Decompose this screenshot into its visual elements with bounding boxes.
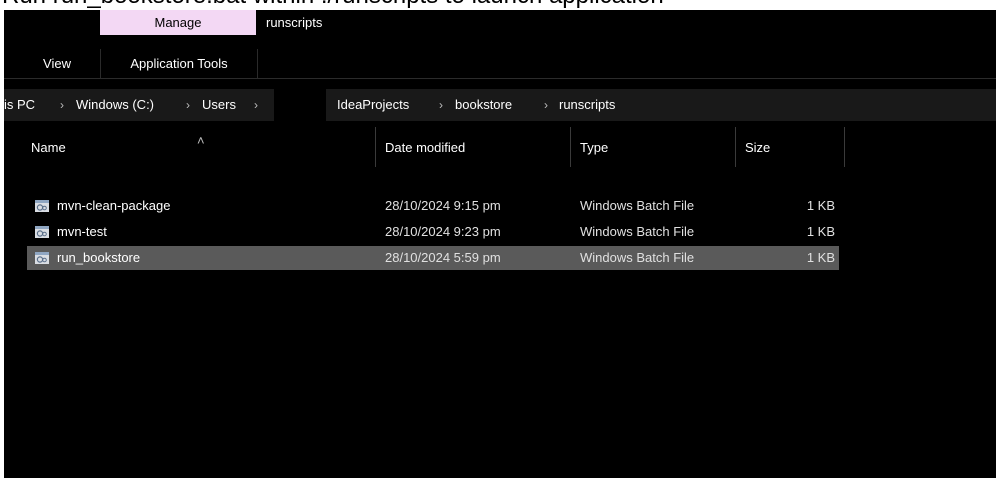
file-size: 1 KB	[806, 224, 835, 239]
column-header-type[interactable]: Type	[580, 125, 608, 171]
column-header-name[interactable]: Name	[31, 125, 66, 171]
batch-file-icon	[35, 200, 49, 212]
column-header-size[interactable]: Size	[745, 125, 770, 171]
address-bar[interactable]: is PC › Windows (C:) › Users › IdeaProje…	[4, 89, 996, 121]
batch-file-icon	[35, 252, 49, 264]
column-header-date-modified[interactable]: Date modified	[385, 125, 465, 171]
chevron-right-icon[interactable]: ›	[254, 89, 258, 121]
ribbon: Manage runscripts View Application Tools	[4, 10, 996, 79]
context-tab-group-manage: Manage	[100, 10, 256, 35]
sort-ascending-icon: ˄	[197, 133, 205, 148]
list-item[interactable]: mvn-clean-package 28/10/2024 9:15 pm Win…	[27, 194, 839, 218]
list-item-selected[interactable]: run_bookstore 28/10/2024 5:59 pm Windows…	[27, 246, 839, 270]
file-explorer-window: Manage runscripts View Application Tools…	[4, 10, 996, 478]
window-title: runscripts	[266, 15, 323, 30]
file-type: Windows Batch File	[580, 198, 695, 213]
file-type: Windows Batch File	[580, 224, 695, 239]
ribbon-divider	[4, 78, 996, 79]
chevron-right-icon[interactable]: ›	[186, 89, 190, 121]
redacted-username	[274, 89, 326, 121]
column-headers: Name Date modified Type Size	[4, 125, 996, 171]
tab-application-tools[interactable]: Application Tools	[100, 49, 258, 79]
column-divider[interactable]	[375, 127, 376, 167]
breadcrumb-this-pc[interactable]: is PC	[4, 89, 35, 121]
file-name: run_bookstore	[57, 250, 141, 265]
file-size: 1 KB	[806, 250, 835, 265]
tab-view[interactable]: View	[34, 49, 80, 79]
breadcrumb-bookstore[interactable]: bookstore	[455, 89, 512, 121]
breadcrumb-ideaprojects[interactable]: IdeaProjects	[337, 89, 409, 121]
chevron-right-icon[interactable]: ›	[439, 89, 443, 121]
instruction-caption: Run run_bookstore.bat within ./runscript…	[2, 0, 992, 9]
column-divider[interactable]	[570, 127, 571, 167]
file-size: 1 KB	[806, 198, 835, 213]
file-type: Windows Batch File	[580, 250, 695, 265]
list-item[interactable]: mvn-test 28/10/2024 9:23 pm Windows Batc…	[27, 220, 839, 244]
breadcrumb-users[interactable]: Users	[202, 89, 236, 121]
file-date-modified: 28/10/2024 9:15 pm	[385, 198, 501, 213]
chevron-right-icon[interactable]: ›	[544, 89, 548, 121]
file-date-modified: 28/10/2024 5:59 pm	[385, 250, 501, 265]
file-name: mvn-test	[57, 224, 107, 239]
chevron-right-icon[interactable]: ›	[60, 89, 64, 121]
column-divider[interactable]	[735, 127, 736, 167]
breadcrumb-runscripts[interactable]: runscripts	[559, 89, 615, 121]
batch-file-icon	[35, 226, 49, 238]
file-date-modified: 28/10/2024 9:23 pm	[385, 224, 501, 239]
column-divider[interactable]	[844, 127, 845, 167]
file-name: mvn-clean-package	[57, 198, 171, 213]
breadcrumb-windows-c[interactable]: Windows (C:)	[76, 89, 154, 121]
